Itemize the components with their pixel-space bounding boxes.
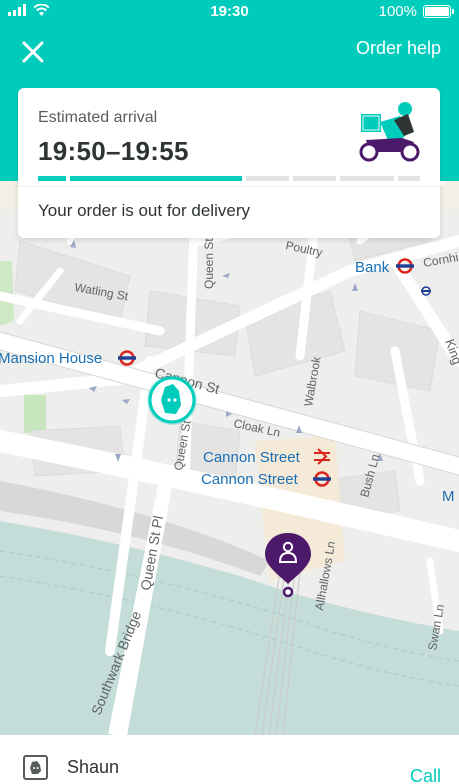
courier-avatar-icon xyxy=(23,755,48,780)
map-label-queen-top: Queen St xyxy=(202,238,216,289)
progress-segment xyxy=(339,176,394,181)
progress-segment xyxy=(70,176,242,181)
delivery-progress-bar xyxy=(38,176,420,181)
map-label-cannon-station-tube: Cannon Street xyxy=(201,471,299,488)
courier-name: Shaun xyxy=(67,757,120,777)
battery-percent: 100% xyxy=(378,3,417,20)
map-label-m-edge: M xyxy=(442,488,455,505)
call-button[interactable]: Call xyxy=(410,766,441,784)
progress-segment xyxy=(397,176,420,181)
order-status-text: Your order is out for delivery xyxy=(38,201,250,220)
arrival-card: Estimated arrival 19:50–19:55 Your order… xyxy=(18,88,440,238)
courier-location-marker[interactable] xyxy=(147,375,197,425)
order-help-link[interactable]: Order help xyxy=(356,38,441,59)
progress-segment xyxy=(38,176,67,181)
close-button[interactable] xyxy=(19,38,47,66)
status-bar: 19:30 100% xyxy=(0,0,459,24)
status-right: 100% xyxy=(378,3,454,20)
estimated-arrival-label: Estimated arrival xyxy=(38,109,158,126)
progress-segment xyxy=(245,176,289,181)
estimated-arrival-time: 19:50–19:55 xyxy=(38,136,189,166)
card-divider xyxy=(18,186,440,187)
map-label-mansion-house: Mansion House xyxy=(0,350,102,367)
close-icon xyxy=(22,41,44,63)
progress-segment xyxy=(292,176,336,181)
delivery-map[interactable]: Poultry Cornhi Watling St Queen St Canno… xyxy=(0,181,459,735)
delivery-rider-icon xyxy=(359,102,420,162)
map-label-cannon-station-rail: Cannon Street xyxy=(203,449,301,466)
courier-bar: Shaun Call xyxy=(0,735,459,784)
battery-icon xyxy=(423,5,454,18)
map-label-bank: Bank xyxy=(355,259,390,276)
